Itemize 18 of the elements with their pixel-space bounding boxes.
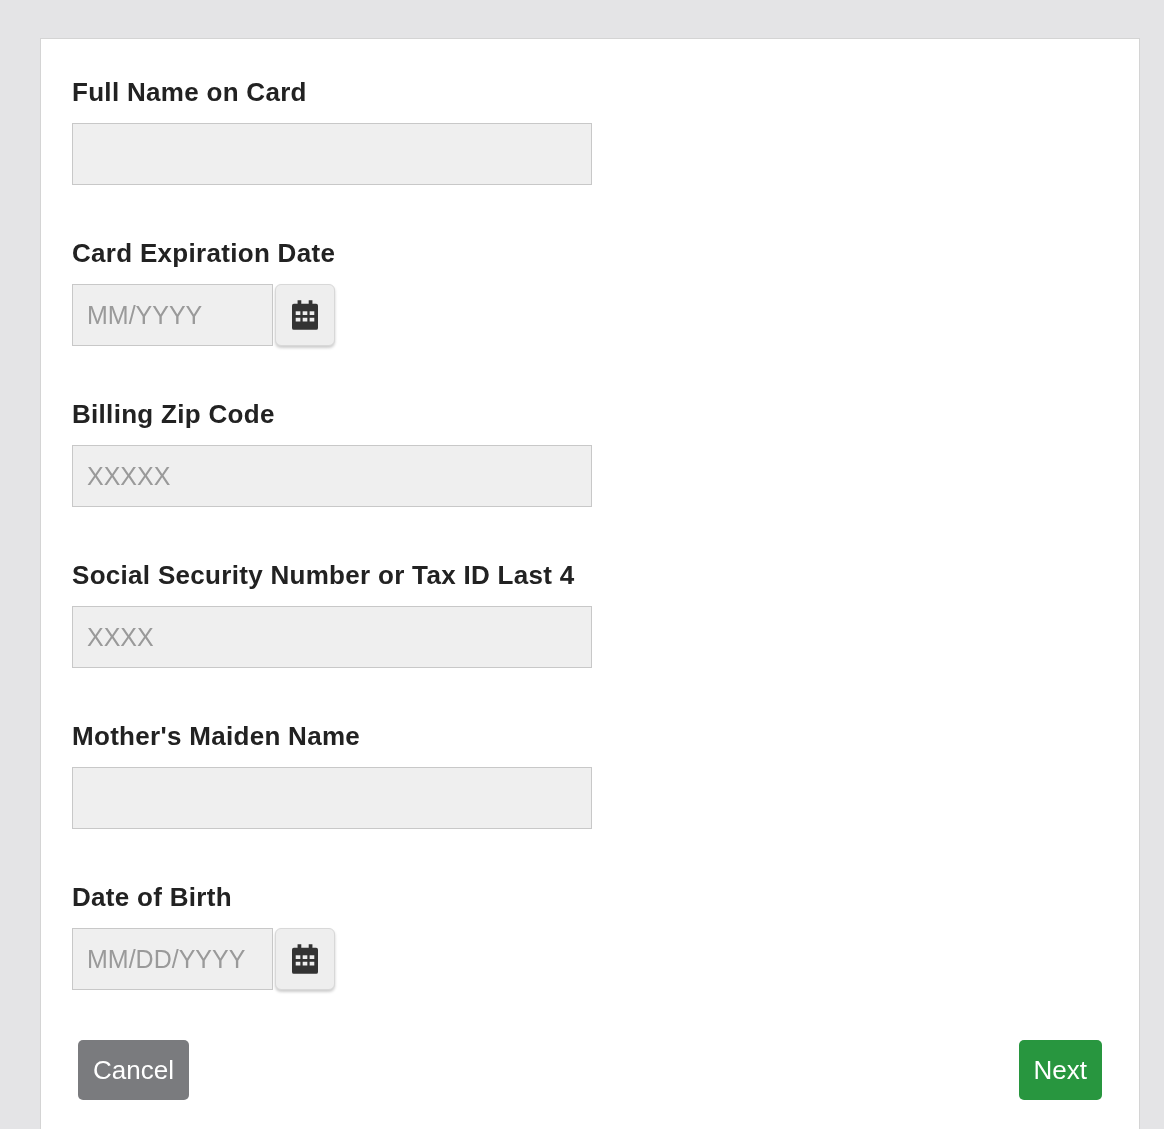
cancel-button[interactable]: Cancel [78, 1040, 189, 1100]
field-label: Card Expiration Date [72, 237, 337, 270]
field-label: Mother's Maiden Name [72, 720, 362, 753]
date-field[interactable]: MM/DD/YYYY [72, 928, 273, 990]
field-label: Full Name on Card [72, 76, 308, 109]
calendar-icon [292, 944, 318, 974]
field-label: Social Security Number or Tax ID Last 4 [72, 559, 576, 592]
calendar-icon [292, 300, 318, 330]
input-field[interactable] [72, 767, 592, 829]
field-label: Billing Zip Code [72, 398, 276, 431]
next-button[interactable]: Next [1018, 1040, 1102, 1100]
calendar-button[interactable] [275, 284, 335, 346]
input-field[interactable] [72, 123, 592, 185]
input-field[interactable]: XXXX [72, 606, 592, 668]
date-field[interactable]: MM/YYYY [72, 284, 273, 346]
field-label: Date of Birth [72, 881, 233, 914]
input-field[interactable]: XXXXX [72, 445, 592, 507]
calendar-button[interactable] [275, 928, 335, 990]
